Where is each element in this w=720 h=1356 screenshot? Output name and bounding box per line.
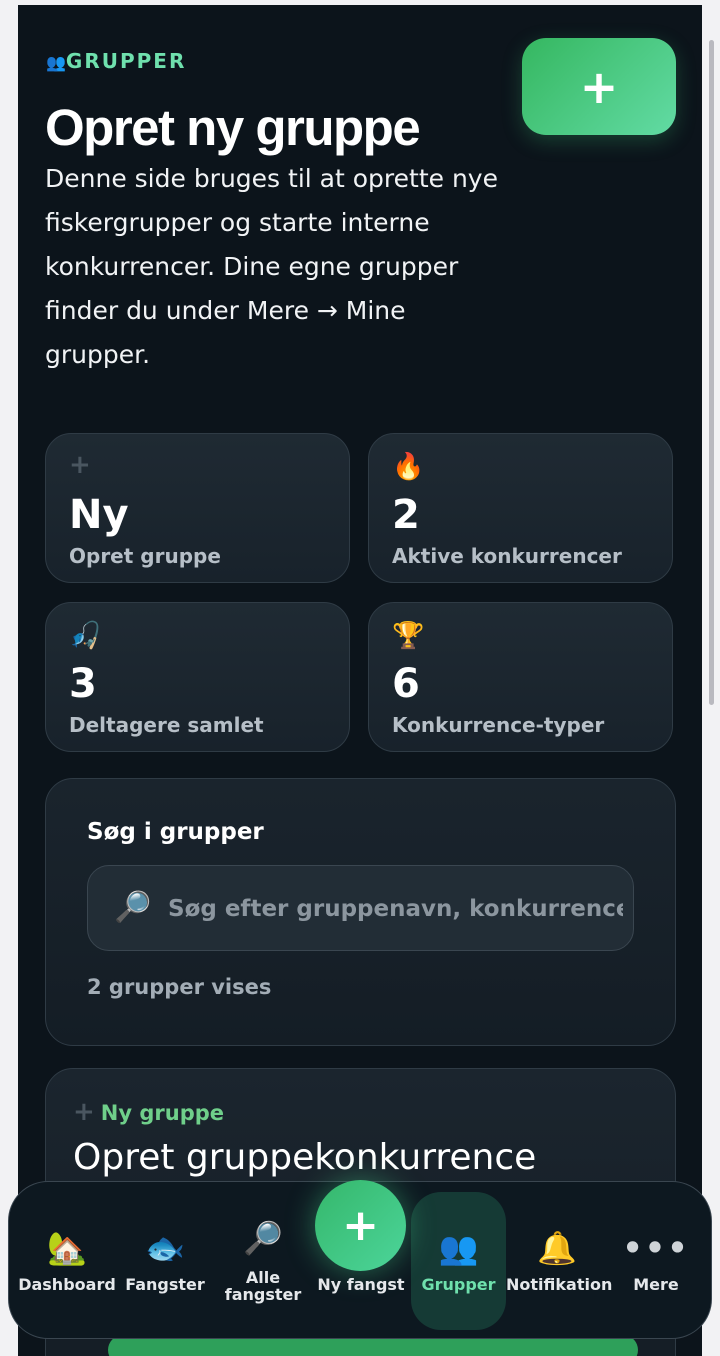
group-card-tag-label: Ny gruppe	[100, 1101, 225, 1125]
group-icon: 👥	[46, 53, 66, 72]
trophy-icon: 🏆	[392, 621, 425, 651]
search-input[interactable]	[166, 866, 625, 950]
stat-card-new-group[interactable]: + Ny Opret gruppe	[45, 433, 350, 583]
plus-icon: +	[579, 59, 619, 114]
nav-item-all-catches[interactable]: 🔎 Alle fangster	[213, 1182, 313, 1338]
fire-icon: 🔥	[392, 452, 425, 482]
stat-label: Opret gruppe	[69, 544, 221, 568]
stat-label: Deltagere samlet	[69, 713, 264, 737]
nav-item-dashboard[interactable]: 🏡 Dashboard	[17, 1182, 117, 1338]
fishing-pole-icon: 🎣	[69, 621, 102, 651]
fish-icon: 🐟	[145, 1229, 185, 1267]
page-title: Opret ny gruppe	[45, 99, 421, 156]
stat-value: Ny	[69, 492, 129, 538]
page-description: Denne side bruges til at oprette nye fis…	[45, 164, 498, 369]
new-catch-button[interactable]: +	[315, 1180, 406, 1271]
nav-label: Dashboard	[18, 1275, 116, 1294]
search-card: Søg i grupper 🔎 2 grupper vises	[45, 778, 676, 1046]
stat-label: Konkurrence-typer	[392, 713, 605, 737]
stat-card-active-competitions: 🔥 2 Aktive konkurrencer	[368, 433, 673, 583]
group-icon: 👥	[438, 1229, 479, 1267]
plus-icon: +	[69, 450, 91, 480]
house-icon: 🏡	[47, 1229, 87, 1267]
plus-icon: +	[73, 1097, 95, 1127]
nav-label: Alle fangster	[224, 1268, 302, 1304]
add-group-button[interactable]: +	[522, 38, 676, 135]
group-card-title: Opret gruppekonkurrence	[73, 1137, 537, 1178]
scrollbar[interactable]	[709, 40, 714, 705]
stat-label: Aktive konkurrencer	[392, 544, 622, 568]
nav-label: Fangster	[125, 1275, 205, 1294]
nav-item-more[interactable]: ••• Mere	[608, 1182, 704, 1338]
stat-card-participants: 🎣 3 Deltagere samlet	[45, 602, 350, 752]
group-card-tag: + Ny gruppe	[73, 1099, 224, 1125]
stat-value: 3	[69, 661, 97, 707]
section-eyebrow: 👥GRUPPER	[46, 49, 186, 73]
stat-card-competition-types: 🏆 6 Konkurrence-typer	[368, 602, 673, 752]
nav-label: Mere	[633, 1275, 679, 1294]
nav-item-catches[interactable]: 🐟 Fangster	[117, 1182, 213, 1338]
eyebrow-label: GRUPPER	[65, 49, 187, 73]
stat-value: 2	[392, 492, 420, 538]
app-screen: 👥GRUPPER + Opret ny gruppe Denne side br…	[18, 5, 702, 1356]
search-icon: 🔎	[243, 1219, 283, 1257]
nav-label: Grupper	[421, 1275, 496, 1294]
nav-item-new-catch[interactable]: + Ny fangst	[311, 1180, 411, 1338]
nav-item-groups[interactable]: 👥 Grupper	[411, 1182, 506, 1338]
bell-icon: 🔔	[537, 1229, 577, 1267]
more-dots-icon: •••	[622, 1229, 690, 1267]
result-count: 2 grupper vises	[87, 975, 272, 999]
search-title: Søg i grupper	[87, 819, 264, 845]
nav-item-notifications[interactable]: 🔔 Notifikation	[506, 1182, 613, 1338]
stat-value: 6	[392, 661, 420, 707]
search-icon: 🔎	[114, 890, 152, 925]
plus-icon: +	[342, 1200, 379, 1251]
nav-label: Notifikation	[506, 1275, 613, 1294]
bottom-navigation: 🏡 Dashboard 🐟 Fangster 🔎 Alle fangster + …	[8, 1180, 712, 1339]
nav-label: Ny fangst	[317, 1275, 405, 1294]
search-box[interactable]: 🔎	[87, 865, 634, 951]
